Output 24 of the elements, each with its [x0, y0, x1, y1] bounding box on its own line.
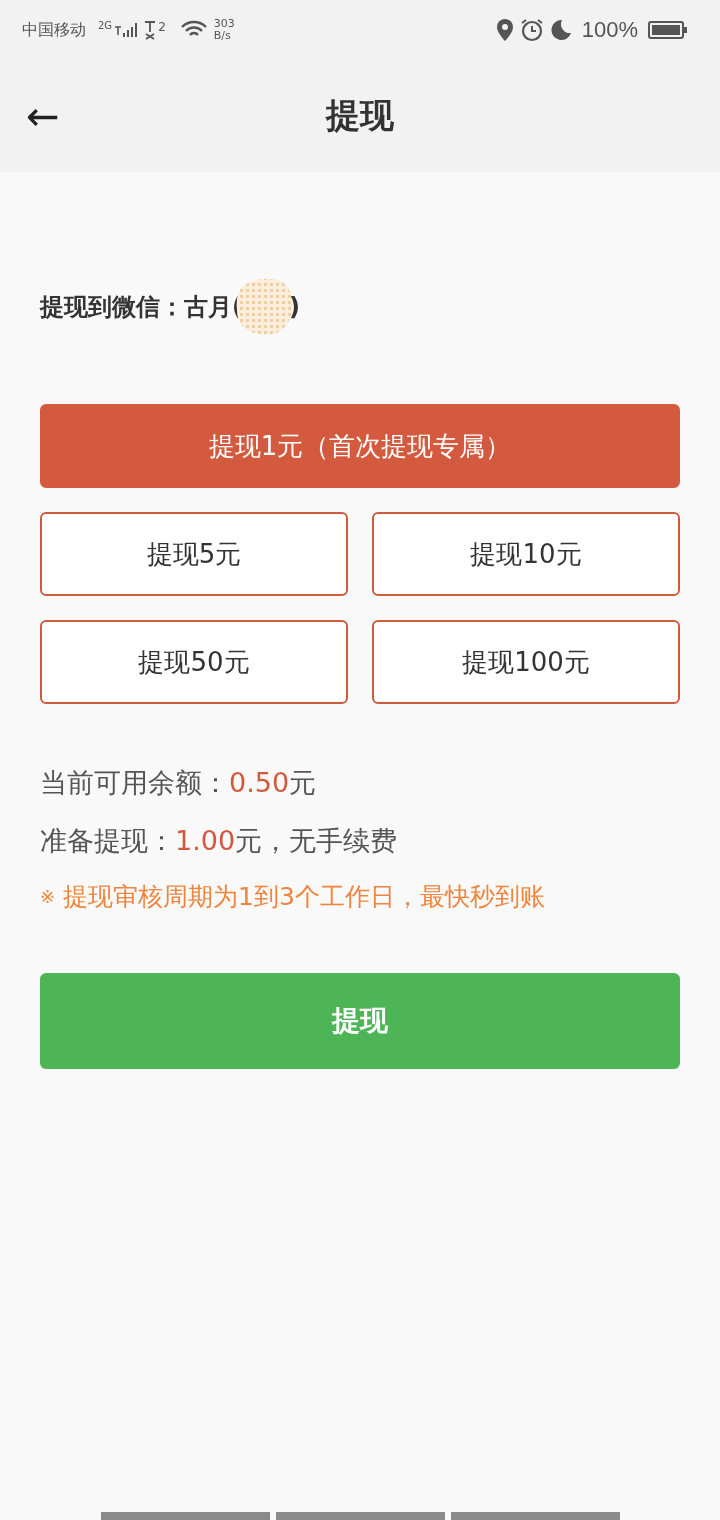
amount-option[interactable]: 提现1元（首次提现专属）: [40, 404, 680, 488]
notice-mark: ※: [40, 886, 56, 907]
location-icon: [495, 18, 514, 42]
signal-icon: [114, 21, 139, 39]
amount-option[interactable]: 提现10元: [372, 512, 680, 596]
no-signal-icon: [144, 20, 157, 40]
amount-option[interactable]: 提现100元: [372, 620, 680, 704]
carrier-name: 中国移动: [22, 19, 86, 41]
account-label-end: ): [288, 293, 300, 321]
network-type: 2G: [98, 20, 113, 31]
alarm-icon: [519, 18, 544, 42]
moon-icon: [549, 19, 572, 41]
pending-text: 准备提现：1.00元，无手续费: [40, 824, 399, 858]
back-button[interactable]: ←: [20, 86, 66, 146]
sim-number: 2: [158, 20, 166, 34]
speed-value: 303: [213, 18, 235, 30]
speed-unit: B/s: [213, 30, 232, 42]
amount-option[interactable]: 提现5元: [40, 512, 348, 596]
battery-icon: [648, 20, 688, 40]
amount-option[interactable]: 提现50元: [40, 620, 348, 704]
balance-text: 当前可用余额：0.50元: [40, 766, 318, 800]
battery-percent: 100%: [581, 17, 638, 43]
notice-text: 提现审核周期为1到3个工作日，最快秒到账: [63, 881, 545, 913]
page-title: 提现: [326, 94, 394, 137]
